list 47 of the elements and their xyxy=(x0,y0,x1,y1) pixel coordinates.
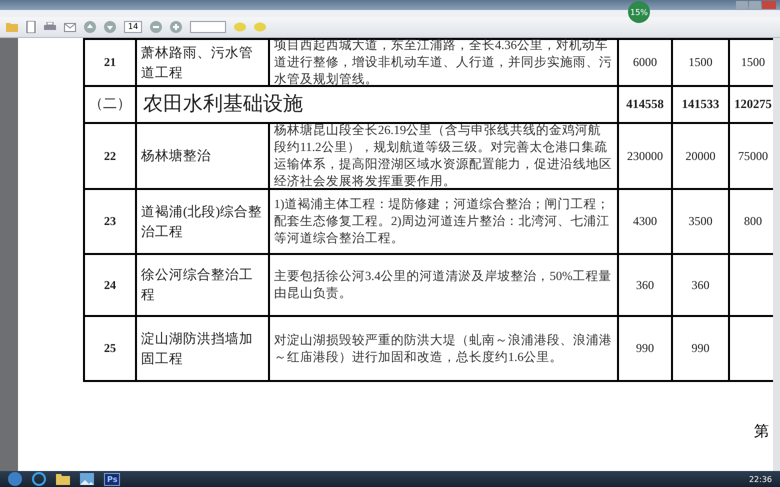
status-badge: 15% xyxy=(628,1,650,23)
amount-cell: 414558 xyxy=(619,87,673,124)
print-icon[interactable] xyxy=(44,22,56,32)
description-cell: 对淀山湖损毁较严重的防洪大堤（虬南～浪浦港段、浪浦港～红庙港段）进行加固和改造，总长度约1.6公里。 xyxy=(270,317,619,382)
zoom-in-icon[interactable] xyxy=(170,21,182,33)
row-number-cell: （二） xyxy=(85,87,137,124)
taskbar-app[interactable]: Ps xyxy=(104,472,120,486)
picture-icon[interactable] xyxy=(80,473,94,485)
page-number-field[interactable]: 14 xyxy=(124,21,142,33)
folder-icon[interactable] xyxy=(56,473,70,485)
description-cell: 项目西起西城大道，东至江浦路，全长4.36公里，对机动车道进行整修，增设非机动车道、人行道，并同步实施雨、污水管及规划管线。 xyxy=(270,40,619,87)
amount-cell: 360 xyxy=(673,255,730,317)
mail-icon[interactable] xyxy=(64,22,76,32)
amount-cell: 141533 xyxy=(673,87,730,124)
row-number-cell: 24 xyxy=(85,255,137,317)
amount-cell: 360 xyxy=(619,255,673,317)
page-footer-text: 第 xyxy=(754,423,769,441)
amount-cell: 20000 xyxy=(673,124,730,190)
project-name-cell: 萧林路雨、污水管道工程 xyxy=(137,40,270,87)
description-cell: 主要包括徐公河3.4公里的河道清淤及岸坡整治，50%工程量由昆山负责。 xyxy=(270,255,619,317)
comment-icon[interactable] xyxy=(254,22,266,32)
window-controls-icon[interactable] xyxy=(736,0,776,10)
start-button-icon[interactable] xyxy=(8,472,22,486)
zoom-out-icon[interactable] xyxy=(150,21,162,33)
amount-cell: 990 xyxy=(673,317,730,382)
comment-icon[interactable] xyxy=(234,22,246,32)
description-cell: 1)道褐浦主体工程：堤防修建；河道综合整治；闸门工程；配套生态修复工程。2)周边河道连片整治：北湾河、七浦江等河道综合整治工程。 xyxy=(270,190,619,255)
clock: 22:36 xyxy=(748,474,772,484)
project-name-cell: 淀山湖防洪挡墙加固工程 xyxy=(137,317,270,382)
row-number-cell: 22 xyxy=(85,124,137,190)
row-number-cell: 25 xyxy=(85,317,137,382)
amount-cell: 3500 xyxy=(673,190,730,255)
amount-cell: 230000 xyxy=(619,124,673,190)
project-name-cell: 徐公河综合整治工程 xyxy=(137,255,270,317)
project-name-cell: 杨林塘整治 xyxy=(137,124,270,190)
amount-cell: 4300 xyxy=(619,190,673,255)
zoom-dropdown[interactable] xyxy=(190,21,226,33)
amount-cell: 990 xyxy=(619,317,673,382)
project-name-cell: 道褐浦(北段)综合整治工程 xyxy=(137,190,270,255)
globe-icon[interactable] xyxy=(32,472,46,486)
section-title-cell: 农田水利基础设施 xyxy=(137,87,619,124)
description-cell: 杨林塘昆山段全长26.19公里（含与申张线共线的金鸡河航段约11.2公里），规划航道等级三级。对完善太仓港口集疏运输体系，提高阳澄湖区域水资源配置能力，促进沿线地区经济社会发展将发挥重要作用。 xyxy=(270,124,619,190)
row-number-cell: 21 xyxy=(85,40,137,87)
document-icon[interactable] xyxy=(26,21,36,33)
amount-cell: 6000 xyxy=(619,40,673,87)
amount-cell: 1500 xyxy=(673,40,730,87)
row-number-cell: 23 xyxy=(85,190,137,255)
